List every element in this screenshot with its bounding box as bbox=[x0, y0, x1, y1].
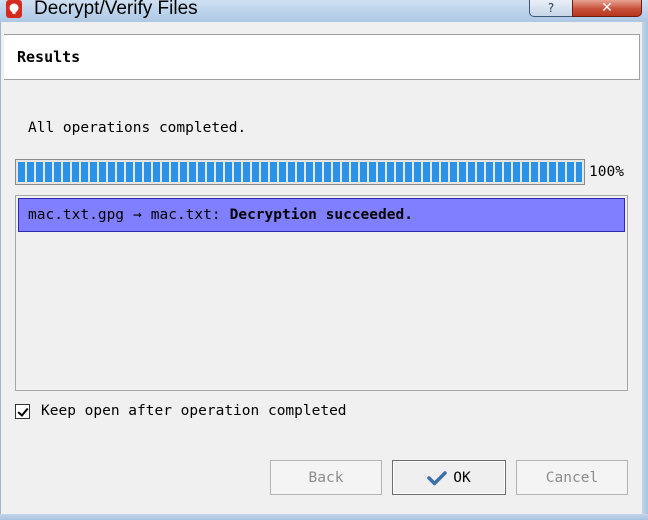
help-button[interactable]: ? bbox=[529, 0, 573, 17]
progress-percent: 100% bbox=[589, 164, 624, 180]
results-header: Results bbox=[4, 34, 640, 80]
cancel-button-label: Cancel bbox=[545, 469, 599, 486]
window-border-bottom[interactable] bbox=[0, 514, 648, 520]
ok-button-label: OK bbox=[453, 469, 471, 486]
progress-fill bbox=[18, 162, 582, 182]
status-message: All operations completed. bbox=[28, 120, 247, 136]
results-list[interactable]: mac.txt.gpg → mac.txt: Decryption succee… bbox=[15, 195, 628, 391]
title-bar[interactable]: Decrypt/Verify Files ? ✕ bbox=[0, 0, 648, 22]
cancel-button[interactable]: Cancel bbox=[516, 460, 628, 495]
window-title: Decrypt/Verify Files bbox=[34, 0, 198, 19]
result-source: mac.txt.gpg bbox=[28, 207, 125, 223]
keep-open-checkbox[interactable] bbox=[15, 403, 30, 419]
page-title: Results bbox=[17, 48, 81, 66]
result-outcome: Decryption succeeded. bbox=[229, 207, 413, 223]
arrow-icon: → bbox=[133, 207, 142, 223]
caption-buttons: ? ✕ bbox=[529, 0, 642, 18]
close-icon: ✕ bbox=[601, 0, 613, 16]
back-button-label: Back bbox=[308, 469, 344, 486]
window-border-right[interactable] bbox=[642, 22, 648, 520]
app-icon bbox=[6, 0, 22, 18]
window-border-left bbox=[0, 22, 1, 520]
progress-bar bbox=[15, 159, 585, 185]
checkmark-icon bbox=[427, 470, 448, 485]
ok-button[interactable]: OK bbox=[392, 460, 506, 495]
keep-open-option[interactable]: Keep open after operation completed bbox=[15, 403, 347, 419]
list-item[interactable]: mac.txt.gpg → mac.txt: Decryption succee… bbox=[18, 198, 625, 232]
result-target: mac.txt: bbox=[150, 207, 221, 223]
keep-open-label[interactable]: Keep open after operation completed bbox=[41, 403, 347, 419]
close-button[interactable]: ✕ bbox=[572, 0, 642, 17]
back-button[interactable]: Back bbox=[270, 460, 382, 495]
help-icon: ? bbox=[547, 1, 555, 15]
